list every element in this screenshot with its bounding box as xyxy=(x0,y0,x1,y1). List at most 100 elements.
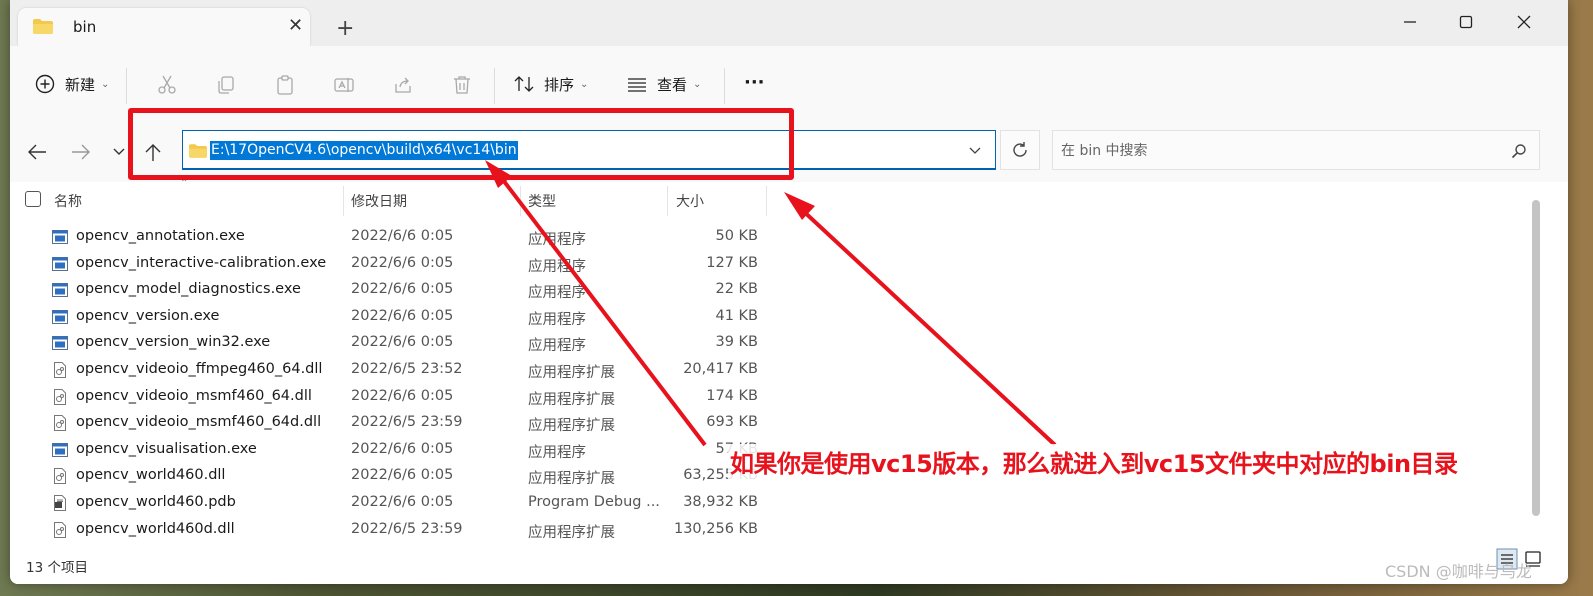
new-button[interactable]: 新建 ⌄ xyxy=(34,72,109,96)
table-row[interactable]: opencv_model_diagnostics.exe 2022/6/6 0:0… xyxy=(10,277,1568,304)
paste-icon[interactable] xyxy=(274,74,296,96)
table-row[interactable]: opencv_world460.pdb 2022/6/6 0:05 Program … xyxy=(10,490,1568,517)
column-header: ⌃ 名称 修改日期 类型 大小 xyxy=(10,178,1568,218)
address-path[interactable]: E:\17OpenCV4.6\opencv\build\x64\vc14\bin xyxy=(210,141,518,160)
exe-file-icon xyxy=(52,309,68,324)
toolbar-divider xyxy=(126,68,127,104)
file-size: 38,932 KB xyxy=(683,493,758,510)
command-bar: 新建 ⌄ 排序 ⌄ 查看 ⌄ ··· xyxy=(10,46,1568,121)
rename-icon[interactable] xyxy=(333,74,355,96)
sort-button[interactable]: 排序 ⌄ xyxy=(513,72,588,96)
file-name: opencv_interactive-calibration.exe xyxy=(76,254,327,271)
file-size: 41 KB xyxy=(715,307,758,324)
copy-icon[interactable] xyxy=(215,74,237,96)
column-date[interactable]: 修改日期 xyxy=(351,191,407,211)
delete-icon[interactable] xyxy=(451,74,473,96)
recent-locations-chevron-icon[interactable] xyxy=(108,142,130,162)
dll-file-icon xyxy=(54,361,66,378)
file-date: 2022/6/5 23:59 xyxy=(351,520,463,537)
folder-icon xyxy=(33,19,53,34)
table-row[interactable]: opencv_annotation.exe 2022/6/6 0:05 应用程序 50… xyxy=(10,224,1568,251)
maximize-icon[interactable] xyxy=(1456,12,1476,32)
dll-file-icon xyxy=(54,388,66,405)
up-arrow-icon[interactable] xyxy=(142,142,164,162)
column-divider[interactable] xyxy=(520,186,521,216)
plus-circle-icon xyxy=(35,74,55,94)
file-date: 2022/6/6 0:05 xyxy=(351,281,454,298)
file-size: 39 KB xyxy=(715,334,758,351)
back-arrow-icon[interactable] xyxy=(26,142,48,162)
cut-icon[interactable] xyxy=(156,74,178,96)
navigation-bar: E:\17OpenCV4.6\opencv\build\x64\vc14\bin xyxy=(10,120,1568,182)
search-box[interactable] xyxy=(1052,130,1540,170)
tab-title: bin xyxy=(73,18,97,36)
address-bar[interactable]: E:\17OpenCV4.6\opencv\build\x64\vc14\bin xyxy=(182,130,996,170)
table-row[interactable]: opencv_interactive-calibration.exe 2022/6… xyxy=(10,251,1568,278)
file-date: 2022/6/5 23:59 xyxy=(351,414,463,431)
file-rows: opencv_annotation.exe 2022/6/6 0:05 应用程序 50… xyxy=(10,224,1568,543)
file-date: 2022/6/6 0:05 xyxy=(351,254,454,271)
file-size: 693 KB xyxy=(706,414,758,431)
folder-icon xyxy=(189,144,207,158)
exe-file-icon xyxy=(52,336,68,351)
file-type: 应用程序扩展 xyxy=(528,524,615,541)
share-icon[interactable] xyxy=(392,74,414,96)
file-size: 127 KB xyxy=(706,254,758,271)
table-row[interactable]: opencv_videoio_msmf460_64d.dll 2022/6/5 2… xyxy=(10,410,1568,437)
exe-file-icon xyxy=(52,230,68,244)
forward-arrow-icon[interactable] xyxy=(70,142,92,162)
file-name: opencv_annotation.exe xyxy=(76,228,245,244)
sort-label: 排序 xyxy=(544,75,575,94)
chevron-down-icon[interactable] xyxy=(969,145,981,155)
file-date: 2022/6/6 0:05 xyxy=(351,307,454,324)
table-row[interactable]: opencv_version_win32.exe 2022/6/6 0:05 应用程… xyxy=(10,330,1568,357)
tab-bin[interactable]: bin ✕ xyxy=(18,8,310,46)
file-type: 应用程序扩展 xyxy=(528,364,615,381)
minimize-icon[interactable] xyxy=(1400,12,1420,32)
close-window-icon[interactable] xyxy=(1514,12,1534,32)
annotation-text: 如果你是使用vc15版本，那么就进入到vc15文件夹中对应的bin目录 xyxy=(728,444,1460,479)
file-type: 应用程序扩展 xyxy=(528,391,615,408)
column-type[interactable]: 类型 xyxy=(528,191,556,211)
column-size[interactable]: 大小 xyxy=(676,191,704,211)
file-name: opencv_videoio_msmf460_64d.dll xyxy=(76,414,322,431)
column-name[interactable]: 名称 xyxy=(54,191,82,211)
file-date: 2022/6/6 0:05 xyxy=(351,228,454,244)
more-options-button[interactable]: ··· xyxy=(744,70,765,94)
chevron-down-icon: ⌄ xyxy=(101,78,110,90)
status-bar: 13 个项目 xyxy=(10,550,1568,584)
file-type: 应用程序 xyxy=(528,311,586,328)
table-row[interactable]: opencv_videoio_ffmpeg460_64.dll 2022/6/5 … xyxy=(10,357,1568,384)
file-type: 应用程序扩展 xyxy=(528,471,615,488)
item-count: 13 个项目 xyxy=(26,560,88,576)
search-icon[interactable] xyxy=(1511,143,1527,159)
view-button[interactable]: 查看 ⌄ xyxy=(626,72,701,96)
file-type: 应用程序 xyxy=(528,444,586,461)
sort-ascending-icon: ⌃ xyxy=(180,178,189,189)
vertical-scrollbar[interactable] xyxy=(1532,200,1540,516)
toolbar-divider xyxy=(724,68,725,104)
table-row[interactable]: opencv_version.exe 2022/6/6 0:05 应用程序 41 KB xyxy=(10,304,1568,331)
file-name: opencv_world460.dll xyxy=(76,467,226,484)
file-date: 2022/6/6 0:05 xyxy=(351,334,454,351)
pdb-file-icon xyxy=(54,494,66,511)
file-type: 应用程序 xyxy=(528,338,586,355)
file-size: 174 KB xyxy=(706,387,758,404)
search-input[interactable] xyxy=(1059,139,1503,163)
close-tab-icon[interactable]: ✕ xyxy=(288,15,303,36)
file-type: Program Debug ... xyxy=(528,493,660,510)
chevron-down-icon: ⌄ xyxy=(693,78,702,90)
file-type: 应用程序扩展 xyxy=(528,418,615,435)
file-name: opencv_world460.pdb xyxy=(76,493,236,510)
title-bar: bin ✕ + xyxy=(10,0,1568,46)
file-name: opencv_version_win32.exe xyxy=(76,334,271,351)
new-tab-button[interactable]: + xyxy=(336,18,354,40)
refresh-button[interactable] xyxy=(1000,130,1040,170)
column-divider[interactable] xyxy=(667,186,668,216)
table-row[interactable]: opencv_world460d.dll 2022/6/5 23:59 应用程序扩展… xyxy=(10,517,1568,544)
column-divider[interactable] xyxy=(343,186,344,216)
select-all-checkbox[interactable] xyxy=(25,191,41,207)
column-divider[interactable] xyxy=(766,186,767,216)
table-row[interactable]: opencv_videoio_msmf460_64.dll 2022/6/6 0:… xyxy=(10,384,1568,411)
chevron-down-icon: ⌄ xyxy=(580,78,589,90)
